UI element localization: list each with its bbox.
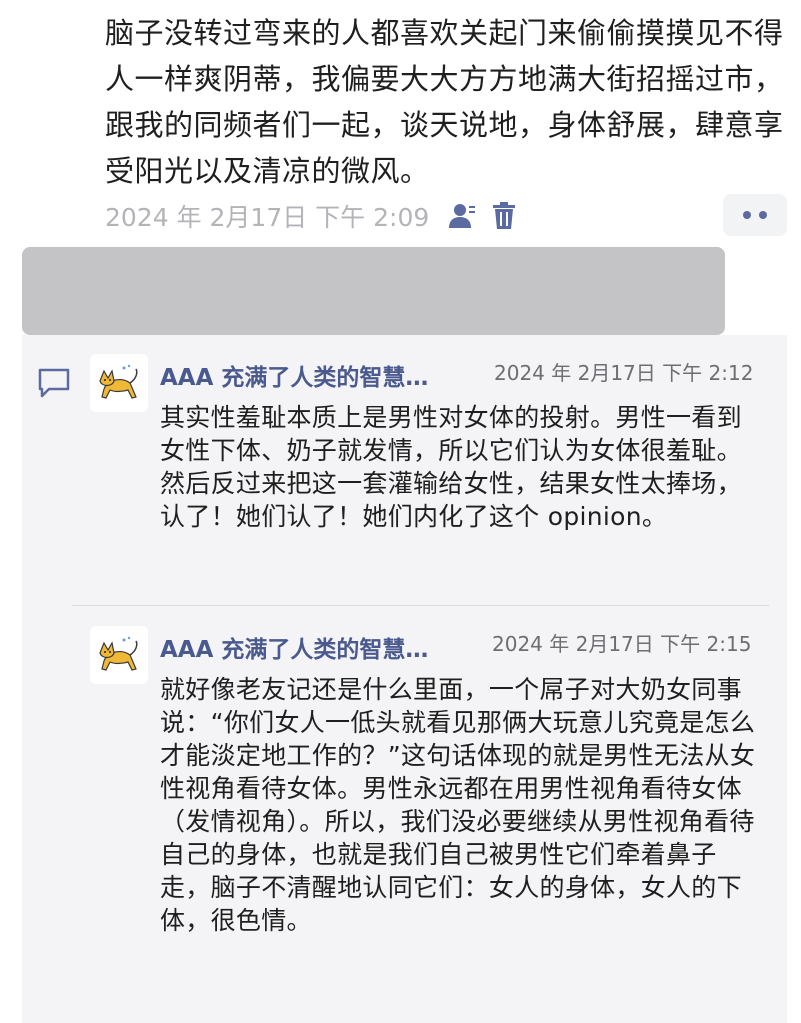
comment-author[interactable]: AAA 充满了人类的智慧… — [160, 630, 492, 664]
more-button[interactable] — [723, 194, 787, 236]
comment-icon[interactable] — [37, 367, 71, 399]
cat-avatar-icon — [99, 636, 138, 671]
trash-icon[interactable] — [491, 201, 517, 231]
blurred-content — [22, 247, 725, 335]
comment-time: 2024 年 2月17日 下午 2:15 — [492, 632, 752, 656]
comment-author[interactable]: AAA 充满了人类的智慧… — [160, 358, 492, 392]
cat-avatar-icon — [99, 364, 138, 399]
comment-body: 其实性羞耻本质上是男性对女体的投射。男性一看到女性下体、奶子就发情，所以它们认为… — [160, 403, 742, 531]
divider — [72, 605, 769, 606]
comment-body: 就好像老友记还是什么里面，一个屌子对大奶女同事说：“你们女人一低头就看见那俩大玩… — [160, 675, 756, 935]
more-icon — [743, 211, 751, 219]
avatar[interactable] — [90, 354, 148, 412]
post-meta: 2024 年 2月17日 下午 2:09 — [105, 196, 517, 236]
post-timestamp: 2024 年 2月17日 下午 2:09 — [105, 203, 430, 232]
post-text: 脑子没转过弯来的人都喜欢关起门来偷偷摸摸见不得人一样爽阴蒂，我偏要大大方方地满大… — [105, 16, 784, 188]
person-icon[interactable] — [447, 201, 477, 231]
avatar[interactable] — [90, 626, 148, 684]
comment-time: 2024 年 2月17日 下午 2:12 — [494, 361, 754, 385]
